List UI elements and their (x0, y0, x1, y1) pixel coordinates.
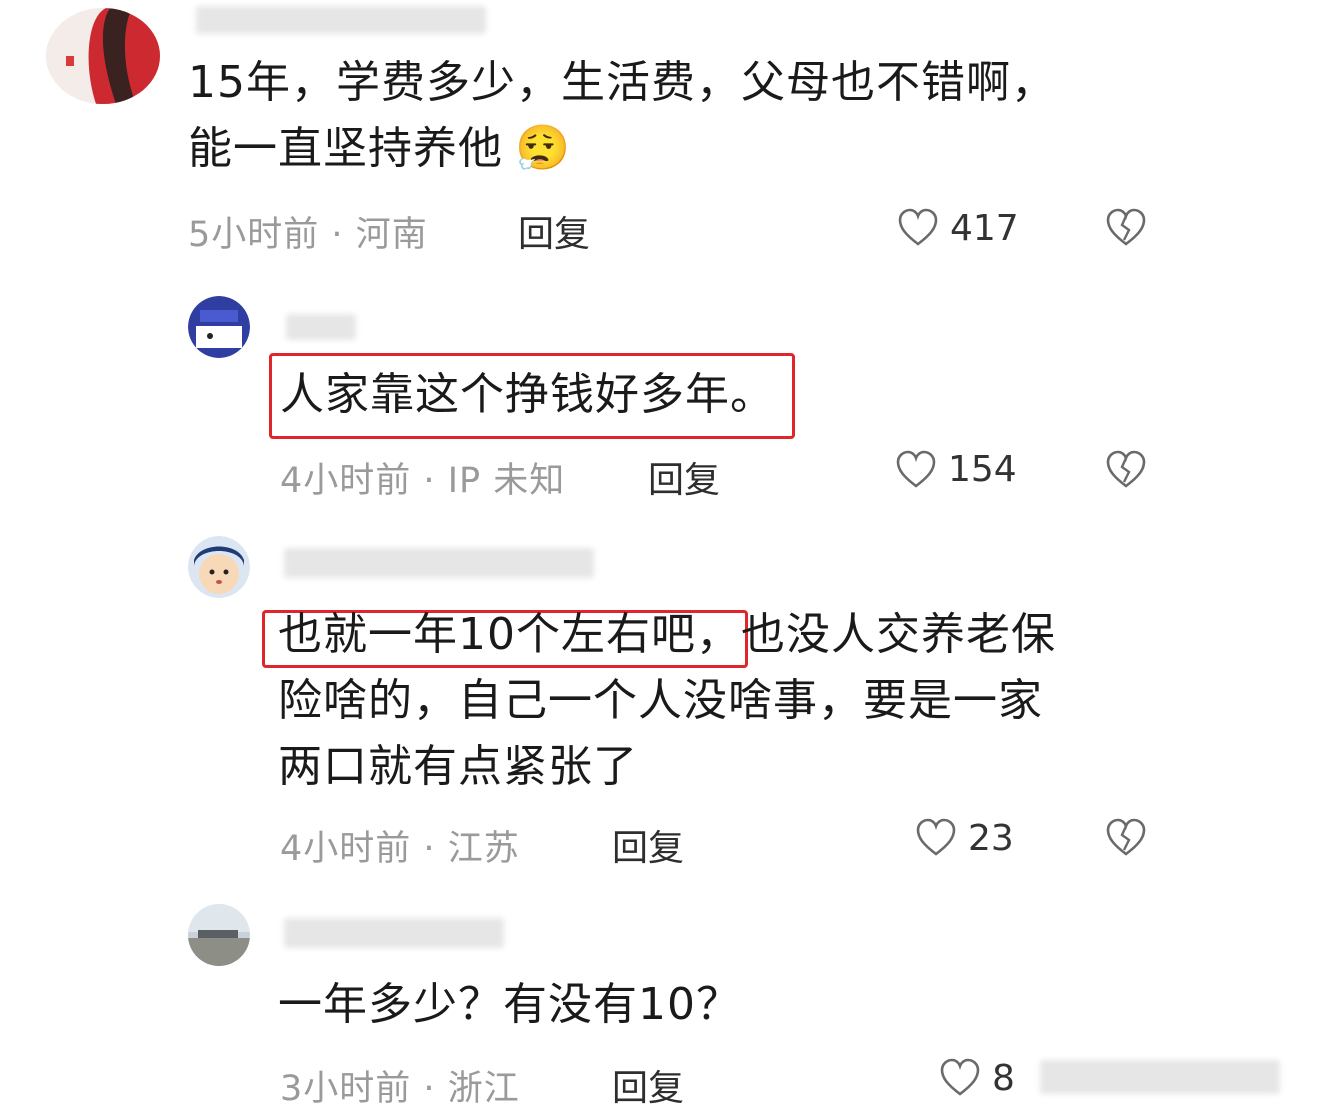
comment-text: 也就一年10个左右吧，也没人交养老保 险啥的，自己一个人没啥事，要是一家 两口就… (278, 609, 1056, 792)
comment-text: 15年，学费多少，生活费，父母也不错啊， 能一直坚持养他 😮‍💨 (188, 57, 1056, 174)
avatar[interactable] (46, 8, 160, 104)
like-count: 8 (992, 1058, 1015, 1099)
username-blurred (284, 548, 594, 578)
avatar[interactable] (188, 536, 250, 598)
username-blurred (286, 314, 356, 340)
like-button[interactable] (896, 206, 940, 250)
comment-text: 一年多少？有没有10？ (278, 979, 741, 1030)
avatar[interactable] (188, 904, 250, 966)
comment-meta: 4小时前 · 江苏 (280, 829, 520, 869)
like-button[interactable] (938, 1056, 982, 1100)
dislike-button[interactable] (1104, 816, 1148, 860)
reply-button[interactable]: 回复 (612, 1059, 684, 1111)
like-count: 154 (948, 449, 1017, 490)
like-button[interactable] (914, 816, 958, 860)
reply-button[interactable]: 回复 (612, 819, 684, 871)
comment-meta: 3小时前 · 浙江 (280, 1069, 520, 1109)
heart-icon (896, 450, 936, 488)
heart-icon (916, 818, 956, 856)
username-blurred (284, 918, 504, 948)
heart-icon (898, 208, 938, 246)
broken-heart-icon (1106, 818, 1146, 856)
emoji: 😮‍💨 (515, 123, 571, 174)
comment-meta: 5小时前 · 河南 (188, 215, 428, 255)
reply-button[interactable]: 回复 (648, 451, 720, 503)
dislike-button[interactable] (1104, 448, 1148, 492)
broken-heart-icon (1106, 450, 1146, 488)
like-button[interactable] (894, 448, 938, 492)
broken-heart-icon (1106, 208, 1146, 246)
heart-icon (940, 1058, 980, 1096)
username-blurred (196, 6, 486, 34)
watermark-blurred (1040, 1060, 1280, 1094)
like-count: 417 (950, 208, 1019, 249)
comment-meta: 4小时前 · IP 未知 (280, 461, 566, 501)
dislike-button[interactable] (1104, 206, 1148, 250)
comment-text: 人家靠这个挣钱好多年。 (280, 369, 775, 420)
reply-button[interactable]: 回复 (518, 205, 590, 257)
like-count: 23 (968, 818, 1014, 859)
avatar[interactable] (188, 296, 250, 358)
